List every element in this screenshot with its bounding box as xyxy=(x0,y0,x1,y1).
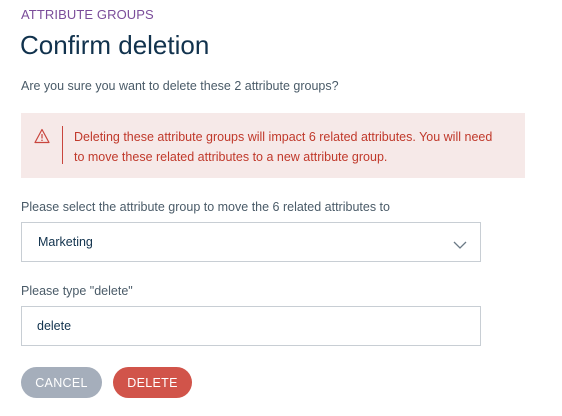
page-title: Confirm deletion xyxy=(20,30,210,60)
attribute-group-select[interactable]: Marketing xyxy=(21,222,481,262)
breadcrumb: ATTRIBUTE GROUPS xyxy=(21,7,154,22)
warning-divider xyxy=(62,126,63,164)
select-value: Marketing xyxy=(38,235,93,249)
delete-button[interactable]: DELETE xyxy=(113,367,192,398)
warning-banner: Deleting these attribute groups will imp… xyxy=(21,113,525,178)
move-select-label: Please select the attribute group to mov… xyxy=(21,200,390,214)
warning-triangle-icon xyxy=(34,128,50,144)
confirm-delete-input[interactable] xyxy=(21,306,481,346)
confirm-input-label: Please type "delete" xyxy=(21,284,133,298)
confirm-deletion-dialog: ATTRIBUTE GROUPS Confirm deletion Are yo… xyxy=(0,0,562,416)
cancel-button[interactable]: CANCEL xyxy=(21,367,102,398)
chevron-down-icon[interactable] xyxy=(453,237,467,249)
warning-message: Deleting these attribute groups will imp… xyxy=(74,130,493,164)
confirmation-question: Are you sure you want to delete these 2 … xyxy=(21,79,339,93)
